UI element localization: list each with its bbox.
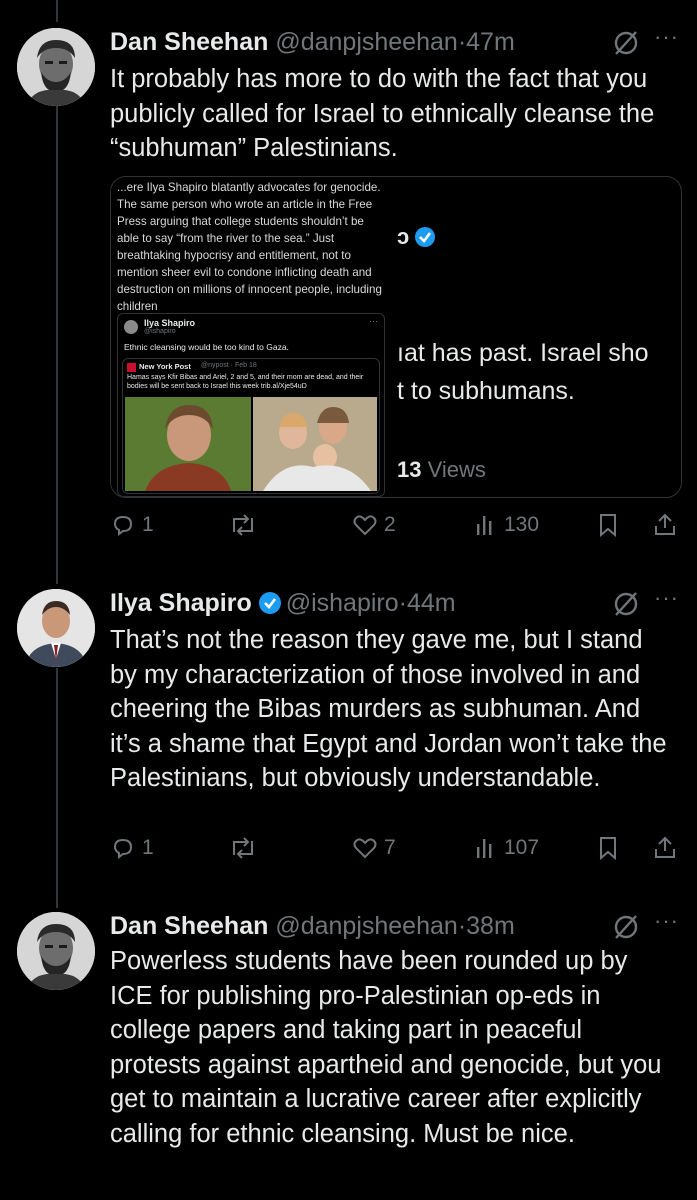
avatar[interactable]	[17, 912, 95, 990]
quote-right-line2: t to subhumans.	[397, 377, 575, 405]
views-button[interactable]: 107	[474, 835, 539, 861]
share-button[interactable]	[652, 835, 678, 861]
verified-icon	[258, 589, 282, 625]
avatar[interactable]	[17, 589, 95, 667]
author-handle[interactable]: @ishapiro	[286, 589, 399, 617]
quote-views: 13 Views	[397, 457, 486, 483]
views-count: 107	[504, 836, 540, 859]
verified-icon: ɔ	[397, 224, 445, 254]
tweet[interactable]: Dan Sheehan @danpjsheehan·38m ··· Powerl…	[0, 908, 697, 1200]
nyp-logo-icon	[127, 363, 136, 372]
share-button[interactable]	[652, 512, 678, 538]
inner-text: Ethnic cleansing would be too kind to Ga…	[124, 342, 289, 352]
nyp-name: New York Post	[139, 362, 191, 371]
tweet-header: Dan Sheehan @danpjsheehan·47m	[110, 24, 697, 60]
like-button[interactable]: 2	[352, 512, 396, 538]
grok-icon[interactable]	[613, 591, 639, 622]
views-icon	[477, 516, 492, 535]
like-icon	[353, 515, 377, 536]
tweet-header: Dan Sheehan @danpjsheehan·38m	[110, 908, 697, 944]
quote-right-line1: ıat has past. Israel sho	[397, 339, 649, 367]
like-icon	[353, 838, 377, 859]
share-icon	[655, 836, 675, 858]
tweet-header: Ilya Shapiro @ishapiro·44m	[110, 585, 697, 621]
author-name[interactable]: Ilya Shapiro	[110, 589, 252, 617]
like-button[interactable]: 7	[352, 835, 396, 861]
svg-text:ɔ: ɔ	[397, 225, 409, 249]
share-icon	[655, 513, 675, 535]
nyp-text: Hamas says Kfir Bibas and Ariel, 2 and 5…	[127, 374, 364, 390]
views-icon	[477, 839, 492, 858]
more-icon[interactable]: ···	[654, 24, 679, 50]
inner-name: Ilya Shapiro	[144, 318, 196, 328]
like-count: 2	[384, 513, 396, 536]
thread-line	[56, 0, 58, 22]
photo-woman	[125, 397, 251, 491]
views-count: 130	[504, 513, 540, 536]
more-icon[interactable]: ···	[654, 585, 679, 611]
grok-icon[interactable]	[613, 914, 639, 945]
reply-icon	[113, 838, 133, 859]
author-handle[interactable]: @danpjsheehan	[275, 912, 457, 940]
screenshot-text: ...ere Ilya Shapiro blatantly advocates …	[117, 181, 382, 313]
grok-icon[interactable]	[613, 30, 639, 61]
nyp-card: New York Post @nypost · Feb 18 Hamas say…	[122, 358, 380, 494]
screenshot-image: ...ere Ilya Shapiro blatantly advocates …	[111, 177, 386, 497]
like-count: 7	[384, 836, 396, 859]
embedded-quote[interactable]: ...ere Ilya Shapiro blatantly advocates …	[110, 176, 682, 498]
nyp-meta: @nypost · Feb 18	[201, 362, 257, 369]
action-bar: 1 2 130	[110, 512, 680, 548]
repost-button[interactable]	[228, 512, 258, 538]
bookmark-icon	[600, 514, 616, 538]
bookmark-button[interactable]	[596, 835, 620, 861]
author-handle[interactable]: @danpjsheehan	[275, 28, 457, 56]
views-button[interactable]: 130	[474, 512, 539, 538]
reply-button[interactable]: 1	[110, 835, 154, 861]
author-name[interactable]: Dan Sheehan	[110, 28, 268, 56]
inner-tweet-card: Ilya Shapiro @ishapiro Ethnic cleansing …	[117, 313, 385, 497]
tweet-text: It probably has more to do with the fact…	[110, 65, 655, 162]
repost-icon	[233, 837, 253, 859]
more-icon[interactable]: ···	[654, 908, 679, 934]
repost-button[interactable]	[228, 835, 258, 861]
tweet[interactable]: Ilya Shapiro @ishapiro·44m ··· That’s not…	[0, 585, 697, 885]
reply-icon	[113, 515, 133, 536]
reply-button[interactable]: 1	[110, 512, 154, 538]
tweet-text: Powerless students have been rounded up …	[110, 947, 662, 1148]
bookmark-button[interactable]	[596, 512, 620, 538]
views-label: Views	[427, 457, 486, 482]
tweet[interactable]: Dan Sheehan @danpjsheehan·47m ··· It pro…	[0, 24, 697, 564]
action-bar: 1 7 107	[110, 835, 680, 871]
inner-handle: @ishapiro	[144, 328, 176, 335]
inner-avatar	[124, 320, 138, 334]
bookmark-icon	[600, 837, 616, 861]
author-name[interactable]: Dan Sheehan	[110, 912, 268, 940]
avatar[interactable]	[17, 28, 95, 106]
inner-more-icon: ···	[369, 316, 378, 326]
photo-mother-children	[253, 397, 377, 491]
repost-icon	[233, 514, 253, 536]
views-number: 13	[397, 457, 422, 482]
timestamp[interactable]: ·44m	[399, 589, 456, 617]
reply-count: 1	[142, 836, 154, 859]
reply-count: 1	[142, 513, 154, 536]
tweet-text: That’s not the reason they gave me, but …	[110, 626, 667, 792]
timestamp[interactable]: ·47m	[458, 28, 515, 56]
timestamp[interactable]: ·38m	[458, 912, 515, 940]
